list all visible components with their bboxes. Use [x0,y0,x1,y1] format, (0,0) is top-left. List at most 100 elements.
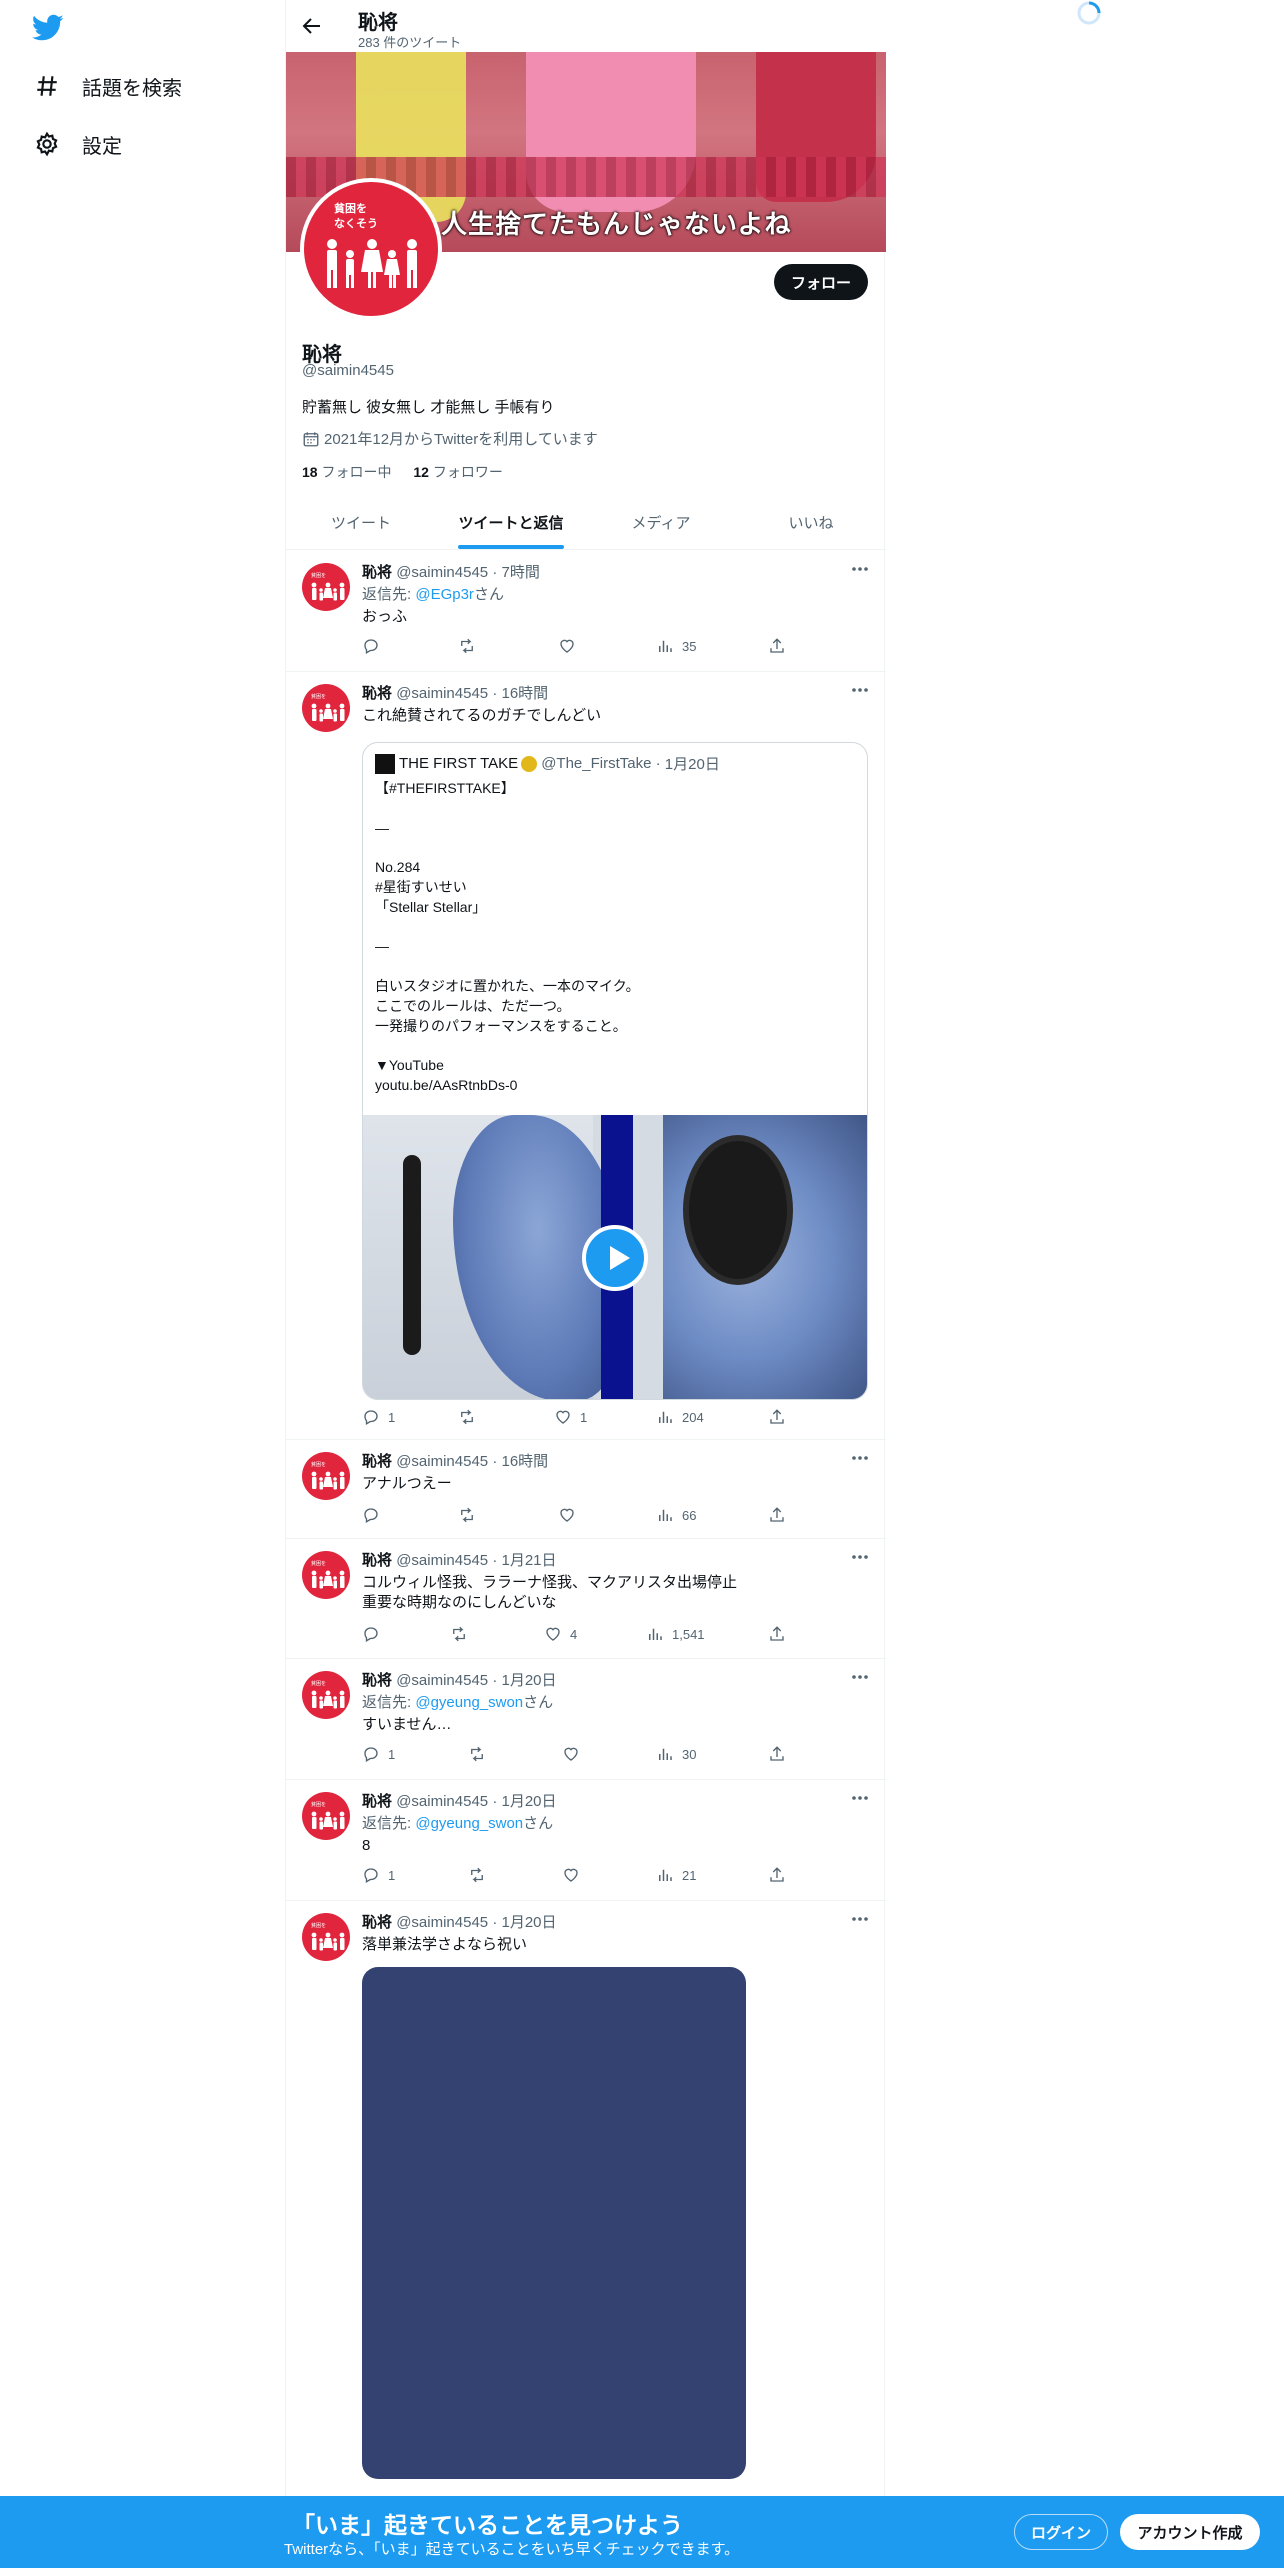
like-button[interactable] [562,1745,588,1763]
tweet-author-name[interactable]: 恥将 [362,1914,392,1931]
nav-item-settings[interactable]: 設定 [34,124,122,164]
share-button[interactable] [768,637,794,655]
share-button[interactable] [768,1625,794,1643]
retweet-button[interactable] [450,1625,476,1643]
avatar[interactable]: 貧困を [302,1452,350,1500]
avatar[interactable]: 貧困を [302,563,350,611]
tweet-time[interactable]: 7時間 [501,564,539,581]
tweet[interactable]: 貧困を 恥将 @saimin4545 · 1月20日 落単兼法学さよなら祝い [286,1901,886,2568]
avatar[interactable]: 貧困を [302,1913,350,1961]
tweet-time[interactable]: 16時間 [501,1453,548,1470]
tab-tweets[interactable]: ツイート [286,496,436,549]
quoted-text: 【#THEFIRSTTAKE】 ― No.284 #星街すいせい 「Stella… [375,780,640,1093]
tweet-image[interactable] [362,1967,746,2479]
avatar[interactable]: 貧困を [302,1671,350,1719]
reply-button[interactable]: 1 [362,1866,395,1884]
login-button[interactable]: ログイン [1014,2514,1108,2550]
quoted-video[interactable] [363,1115,867,1399]
like-count: 4 [570,1626,578,1642]
tab-tweets-and-replies[interactable]: ツイートと返信 [436,496,586,549]
retweet-button[interactable] [458,1506,484,1524]
tweet-author-handle[interactable]: @saimin4545 [396,1793,488,1810]
tweet-author-name[interactable]: 恥将 [362,1453,392,1470]
tweet-author-name[interactable]: 恥将 [362,1793,392,1810]
reply-button[interactable] [362,1625,388,1643]
tweet-author-handle[interactable]: @saimin4545 [396,685,488,702]
share-button[interactable] [768,1866,794,1884]
tweet-author-name[interactable]: 恥将 [362,685,392,702]
more-options-icon[interactable] [850,680,870,700]
like-button[interactable] [562,1866,588,1884]
signup-button[interactable]: アカウント作成 [1120,2514,1260,2550]
avatar[interactable]: 貧困を [302,1792,350,1840]
avatar[interactable]: 貧困を [302,1551,350,1599]
more-options-icon[interactable] [850,1909,870,1929]
twitter-logo-icon[interactable] [32,14,64,42]
following-link[interactable]: 18 フォロー中 [302,464,391,480]
share-button[interactable] [768,1506,794,1524]
back-arrow-icon[interactable] [300,14,324,38]
tab-likes[interactable]: いいね [736,496,886,549]
tweet[interactable]: 貧困を 恥将 @saimin4545 · 16時間 アナルつえー 66 [286,1440,886,1539]
more-options-icon[interactable] [850,559,870,579]
views-chart-icon [649,1628,662,1640]
tweet-author-name[interactable]: 恥将 [362,564,392,581]
retweet-button[interactable] [468,1866,494,1884]
tweet-text: おっふ [362,608,408,625]
tweet-author-handle[interactable]: @saimin4545 [396,1453,488,1470]
more-options-icon[interactable] [850,1667,870,1687]
reply-to-link[interactable]: @EGp3r [415,586,474,603]
tweet-time[interactable]: 1月21日 [501,1552,556,1569]
tweet-time[interactable]: 16時間 [501,685,548,702]
profile-avatar[interactable]: 貧困を なくそう [300,178,442,320]
views-button[interactable]: 1,541 [646,1625,705,1643]
views-button[interactable]: 35 [656,637,696,655]
like-button[interactable] [558,1506,584,1524]
tweet[interactable]: 貧困を 恥将 @saimin4545 · 1月20日 返信先: @gyeung_… [286,1780,886,1901]
tweet-actions: 1 1 204 [362,1408,792,1428]
views-button[interactable]: 30 [656,1745,696,1763]
follow-button[interactable]: フォロー [774,264,868,300]
views-button[interactable]: 204 [656,1408,704,1426]
svg-text:貧困を: 貧困を [311,1461,326,1468]
tweet[interactable]: 貧困を 恥将 @saimin4545 · 7時間 返信先: @EGp3rさん お… [286,551,886,672]
reply-button[interactable] [362,637,388,655]
views-button[interactable]: 21 [656,1866,696,1884]
more-options-icon[interactable] [850,1448,870,1468]
tweet[interactable]: 貧困を 恥将 @saimin4545 · 16時間 これ絶賛されてるのガチでしん… [286,672,886,1440]
tweet-time[interactable]: 1月20日 [501,1793,556,1810]
quoted-tweet[interactable]: THE FIRST TAKE @The_FirstTake · 1月20日 【#… [362,742,868,1400]
reply-to-link[interactable]: @gyeung_swon [415,1815,523,1832]
tweet-author-handle[interactable]: @saimin4545 [396,1552,488,1569]
share-button[interactable] [768,1745,794,1763]
reply-button[interactable]: 1 [362,1745,395,1763]
reply-button[interactable]: 1 [362,1408,395,1426]
avatar[interactable]: 貧困を [302,684,350,732]
reply-button[interactable] [362,1506,388,1524]
tweet[interactable]: 貧困を 恥将 @saimin4545 · 1月20日 返信先: @gyeung_… [286,1659,886,1780]
like-button[interactable]: 1 [554,1408,587,1426]
like-button[interactable] [558,637,584,655]
reply-to-link[interactable]: @gyeung_swon [415,1694,523,1711]
tweet-time[interactable]: 1月20日 [501,1914,556,1931]
tab-media[interactable]: メディア [586,496,736,549]
tweet-time[interactable]: 1月20日 [501,1672,556,1689]
play-button-icon[interactable] [582,1225,648,1291]
more-options-icon[interactable] [850,1547,870,1567]
tweet-author-name[interactable]: 恥将 [362,1552,392,1569]
retweet-button[interactable] [468,1745,494,1763]
tweet-author-name[interactable]: 恥将 [362,1672,392,1689]
avatar-text-line: 貧困を [334,203,367,215]
views-button[interactable]: 66 [656,1506,696,1524]
share-button[interactable] [768,1408,794,1426]
tweet-author-handle[interactable]: @saimin4545 [396,1672,488,1689]
nav-item-explore[interactable]: 話題を検索 [34,66,182,106]
tweet[interactable]: 貧困を 恥将 @saimin4545 · 1月21日 コルウィル怪我、ララーナ怪… [286,1539,886,1659]
more-options-icon[interactable] [850,1788,870,1808]
retweet-button[interactable] [458,1408,484,1426]
followers-link[interactable]: 12 フォロワー [413,464,502,480]
like-button[interactable]: 4 [544,1625,577,1643]
tweet-author-handle[interactable]: @saimin4545 [396,564,488,581]
tweet-author-handle[interactable]: @saimin4545 [396,1914,488,1931]
retweet-button[interactable] [458,637,484,655]
